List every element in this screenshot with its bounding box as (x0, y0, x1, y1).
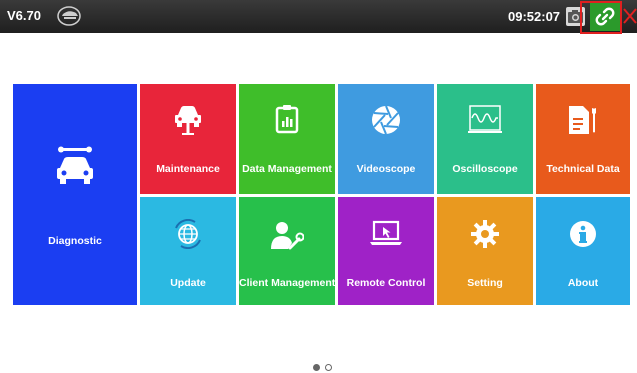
car-wrench-icon (57, 146, 93, 184)
tile-label: Oscilloscope (452, 163, 518, 175)
tile-label: Remote Control (346, 277, 426, 289)
laptop-cursor-icon (370, 220, 402, 245)
version-label: V6.70 (7, 8, 41, 23)
connection-link-button[interactable] (590, 2, 620, 31)
person-wrench-icon (271, 222, 304, 250)
page-dot-active[interactable] (313, 364, 320, 371)
document-wrench-icon (569, 106, 596, 134)
clipboard-chart-icon (275, 105, 299, 134)
tile-videoscope[interactable]: Videoscope (338, 84, 434, 194)
page-dot[interactable] (325, 364, 332, 371)
tile-label: Technical Data (546, 163, 620, 175)
close-icon (623, 8, 637, 24)
tile-label: Client Management (239, 277, 336, 289)
camera-button[interactable] (566, 7, 585, 26)
car-lift-icon (175, 106, 201, 135)
tile-label: Data Management (242, 163, 332, 175)
tile-data-management[interactable]: Data Management (239, 84, 335, 194)
tile-label: Maintenance (156, 163, 220, 175)
car-brand-logo-icon (57, 6, 81, 26)
info-icon (570, 221, 596, 247)
tile-about[interactable]: About (536, 197, 630, 305)
tile-maintenance[interactable]: Maintenance (140, 84, 236, 194)
close-button[interactable] (622, 6, 637, 26)
tile-oscilloscope[interactable]: Oscilloscope (437, 84, 533, 194)
globe-refresh-icon (175, 219, 201, 249)
tile-technical-data[interactable]: Technical Data (536, 84, 630, 194)
tile-label: About (567, 277, 599, 289)
tile-label: Setting (467, 277, 503, 289)
link-icon (595, 7, 615, 26)
tile-client-management[interactable]: Client Management (239, 197, 335, 305)
tile-update[interactable]: Update (140, 197, 236, 305)
tile-remote-control[interactable]: Remote Control (338, 197, 434, 305)
tile-setting[interactable]: Setting (437, 197, 533, 305)
tile-diagnostic[interactable]: Diagnostic (13, 84, 137, 305)
clock: 09:52:07 (508, 9, 561, 24)
aperture-icon (372, 105, 400, 135)
waveform-icon (468, 105, 502, 133)
gear-icon (471, 220, 499, 248)
tile-label: Update (170, 277, 206, 289)
tile-label: Diagnostic (48, 235, 102, 247)
camera-icon (568, 10, 583, 23)
tile-label: Videoscope (356, 163, 416, 175)
page-indicator (313, 364, 343, 372)
top-status-bar: V6.70 09:52:07 (0, 0, 637, 33)
